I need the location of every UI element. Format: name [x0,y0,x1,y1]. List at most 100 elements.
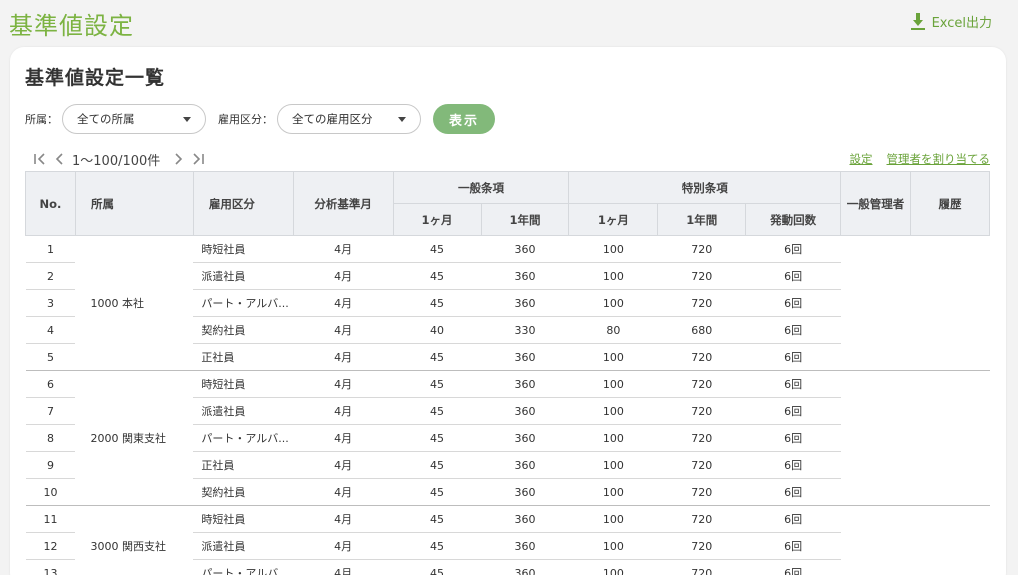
pagination: 1〜100/100件 [30,150,208,169]
cell-general-month: 45 [393,532,481,560]
cell-base-month: 4月 [293,343,394,371]
cell-employment: 時短社員 [193,505,294,533]
assign-manager-link[interactable]: 管理者を割り当てる [887,151,991,167]
cell-special-year: 720 [657,370,746,398]
cell-special-month: 100 [568,235,658,263]
cell-general-month: 40 [393,316,481,344]
cell-general-month: 45 [393,235,481,263]
cell-base-month: 4月 [293,505,394,533]
table-row[interactable]: 11 3000 関西支社 時短社員 4月 45 360 100 720 6回 [25,505,990,575]
employment-select[interactable]: 全ての雇用区分 [277,104,421,134]
col-special-month: 1ヶ月 [568,203,659,236]
settings-link[interactable]: 設定 [850,151,873,167]
cell-special-month: 80 [568,316,658,344]
cell-trigger-count: 6回 [745,370,841,398]
cell-general-month: 45 [393,478,481,506]
last-page-button[interactable] [188,150,208,168]
cell-trigger-count: 6回 [745,478,841,506]
cell-base-month: 4月 [293,451,394,479]
cell-no: 8 [25,424,76,452]
cell-base-month: 4月 [293,316,394,344]
cell-no: 10 [25,478,76,506]
cell-no: 1 [25,235,76,263]
cell-base-month: 4月 [293,235,394,263]
cell-employment: 契約社員 [193,478,294,506]
cell-employment: 時短社員 [193,235,294,263]
table-body: 1 1000 本社 時短社員 4月 45 360 100 720 6回 2 派遣社員 4月 45 360 1… [25,235,990,575]
cell-general-year: 330 [481,316,569,344]
cell-general-year: 360 [481,397,569,425]
cell-special-year: 720 [657,262,746,290]
employment-select-value: 全ての雇用区分 [292,112,373,126]
col-general-month: 1ヶ月 [392,203,482,236]
cell-special-year: 680 [657,316,746,344]
affiliation-select[interactable]: 全ての所属 [62,104,206,134]
cell-history [910,505,990,575]
first-page-button[interactable] [30,150,50,168]
cell-employment: パート・アルバ... [193,559,294,575]
card-title: 基準値設定一覧 [25,67,166,89]
excel-export-button[interactable]: Excel出力 [910,12,992,31]
cell-general-year: 360 [481,370,569,398]
cell-special-year: 720 [657,559,746,575]
cell-special-year: 720 [657,451,746,479]
cell-base-month: 4月 [293,370,394,398]
prev-page-button[interactable] [50,150,70,168]
cell-special-year: 720 [657,289,746,317]
table-row[interactable]: 1 1000 本社 時短社員 4月 45 360 100 720 6回 [25,235,990,371]
cell-base-month: 4月 [293,289,394,317]
cell-special-year: 720 [657,505,746,533]
cell-no: 5 [25,343,76,371]
cell-affiliation: 1000 本社 [75,235,194,371]
next-page-button[interactable] [168,150,188,168]
cell-trigger-count: 6回 [745,262,841,290]
cell-general-month: 45 [393,343,481,371]
cell-special-month: 100 [568,343,658,371]
cell-special-year: 720 [657,343,746,371]
cell-special-month: 100 [568,397,658,425]
col-employment: 雇用区分 [192,171,294,236]
cell-trigger-count: 6回 [745,343,841,371]
chevron-down-icon [183,116,191,122]
col-manager: 一般管理者 [840,171,912,236]
cell-trigger-count: 6回 [745,505,841,533]
cell-employment: 正社員 [193,343,294,371]
chevron-right-icon [175,153,183,165]
filter-row: 所属： 全ての所属 雇用区分： 全ての雇用区分 表示 [25,104,495,134]
cell-general-month: 45 [393,424,481,452]
cell-general-month: 45 [393,370,481,398]
col-history: 履歴 [910,171,990,236]
cell-no: 4 [25,316,76,344]
col-special-clause: 特別条項 [568,171,842,204]
cell-affiliation: 2000 関東支社 [75,370,194,506]
cell-no: 6 [25,370,76,398]
cell-employment: 派遣社員 [193,262,294,290]
cell-special-year: 720 [657,478,746,506]
cell-general-year: 360 [481,289,569,317]
cell-trigger-count: 6回 [745,424,841,452]
cell-no: 9 [25,451,76,479]
cell-base-month: 4月 [293,478,394,506]
cell-special-month: 100 [568,370,658,398]
cell-trigger-count: 6回 [745,451,841,479]
chevron-down-icon [398,116,406,122]
download-icon [910,12,925,30]
cell-trigger-count: 6回 [745,559,841,575]
last-page-icon [193,153,205,165]
cell-special-month: 100 [568,451,658,479]
cell-general-year: 360 [481,451,569,479]
cell-general-month: 45 [393,505,481,533]
cell-general-year: 360 [481,343,569,371]
cell-special-month: 100 [568,505,658,533]
cell-no: 12 [25,532,76,560]
cell-base-month: 4月 [293,262,394,290]
cell-general-year: 360 [481,559,569,575]
cell-employment: パート・アルバ... [193,424,294,452]
col-trigger-count: 発動回数 [745,203,842,236]
col-base-month: 分析基準月 [292,171,394,236]
show-button[interactable]: 表示 [433,104,495,134]
table-row[interactable]: 6 2000 関東支社 時短社員 4月 45 360 100 720 6回 [25,370,990,506]
cell-special-month: 100 [568,289,658,317]
cell-no: 7 [25,397,76,425]
cell-manager [840,370,911,506]
